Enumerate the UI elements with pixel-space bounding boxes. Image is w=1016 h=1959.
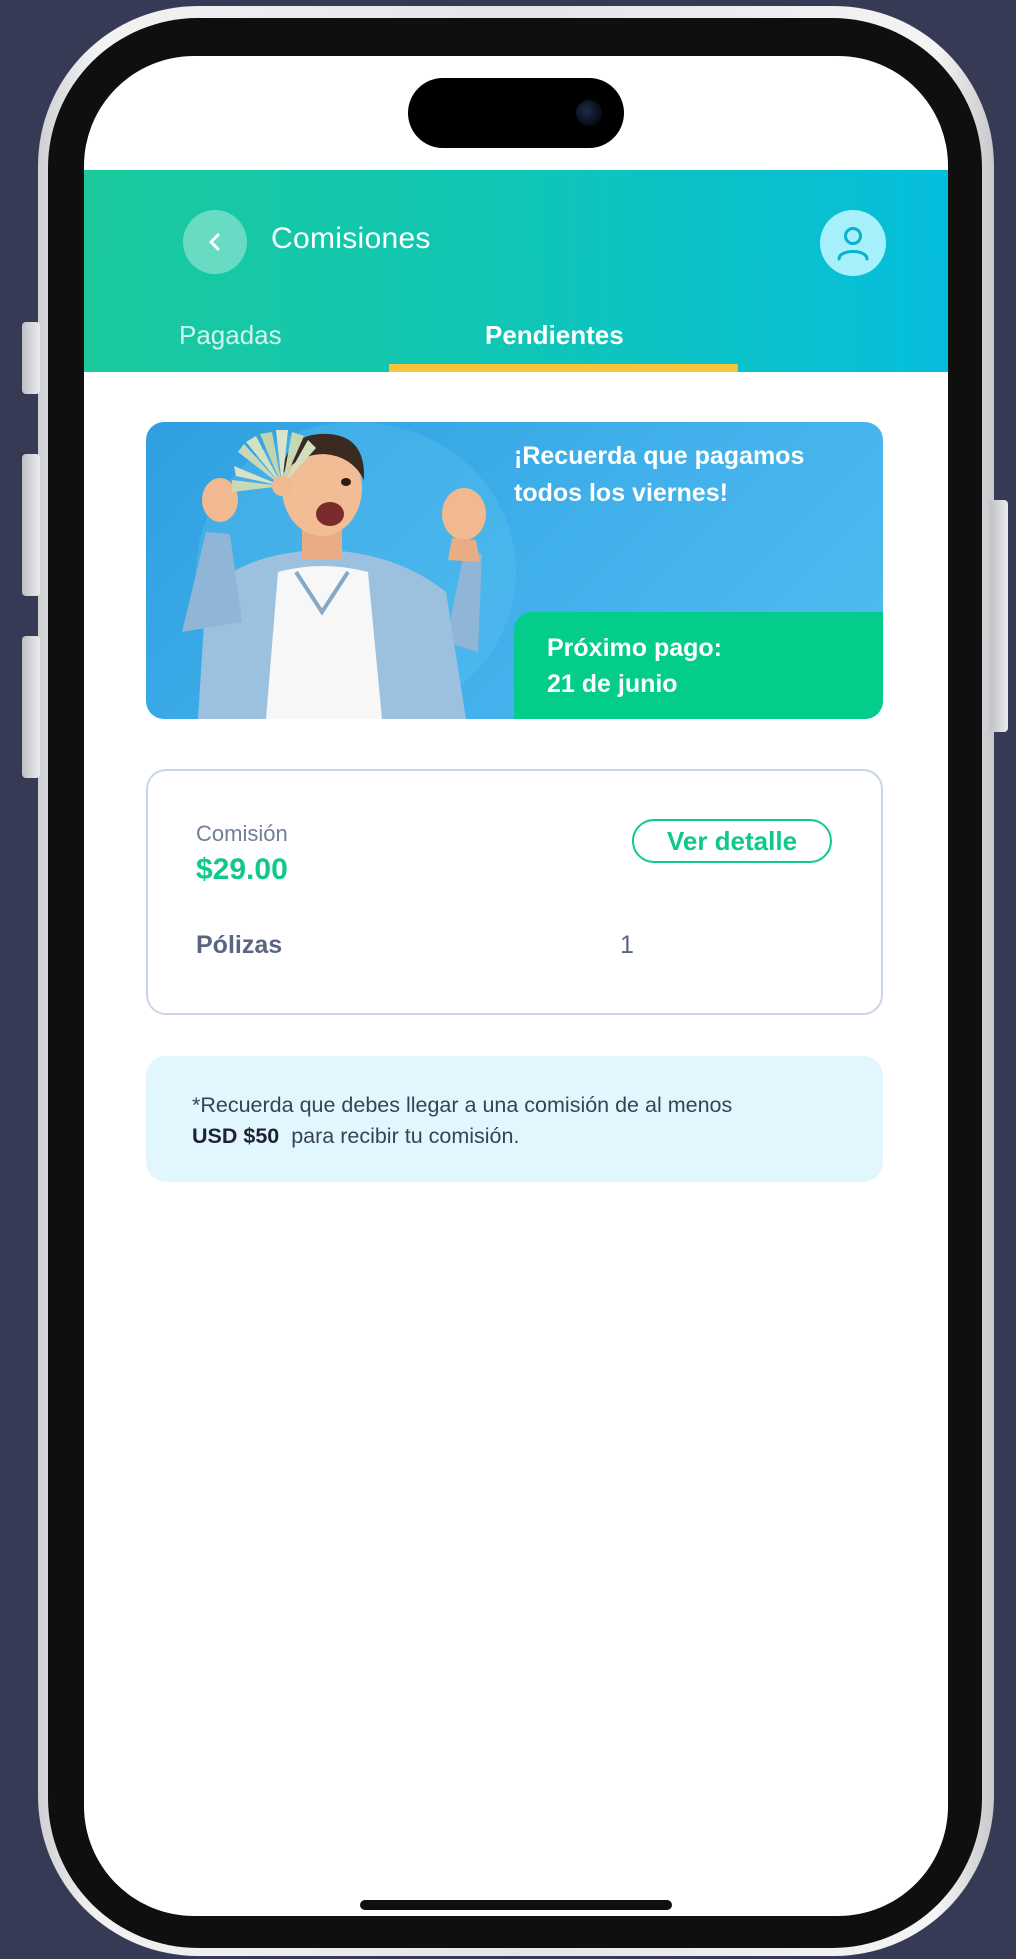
next-payment-panel: Próximo pago: 21 de junio [514,612,883,719]
user-icon [837,227,869,261]
tab-pendientes[interactable]: Pendientes [485,320,624,351]
power-button [990,500,1008,732]
back-button[interactable] [183,210,247,274]
banner-message-line2: todos los viernes! [514,479,728,507]
policies-count: 1 [620,931,634,959]
camera-icon [576,100,602,126]
commission-card: Comisión $29.00 Ver detalle Pólizas 1 [146,769,883,1015]
page-title: Comisiones [271,222,431,255]
app-screen: Comisiones Pagadas Pendientes ¡Recuerda … [84,56,948,1916]
commission-amount: $29.00 [196,853,288,886]
policies-label: Pólizas [196,931,283,959]
note-text: *Recuerda que debes llegar a una comisió… [192,1090,852,1152]
banner-message: ¡Recuerda que pagamos todos los viernes! [514,438,874,512]
next-payment-label: Próximo pago: [547,634,723,662]
next-payment-date: 21 de junio [547,670,678,698]
profile-button[interactable] [820,210,886,276]
view-detail-button[interactable]: Ver detalle [632,819,832,863]
volume-up-button [22,454,40,596]
minimum-commission-note: *Recuerda que debes llegar a una comisió… [146,1056,883,1182]
note-text-after: para recibir tu comisión. [291,1124,520,1148]
banner-message-line1: ¡Recuerda que pagamos [514,442,805,470]
home-indicator[interactable] [360,1900,672,1910]
man-with-money-illustration [182,422,516,719]
app-header: Comisiones Pagadas Pendientes [84,170,948,372]
tab-pagadas[interactable]: Pagadas [179,320,282,351]
note-text-before: *Recuerda que debes llegar a una comisió… [192,1093,733,1117]
volume-down-button [22,636,40,778]
action-button [22,322,40,394]
dynamic-island [408,78,624,148]
chevron-left-icon [209,233,220,251]
note-amount: USD $50 [192,1124,280,1148]
active-tab-indicator [389,364,738,372]
payment-banner: ¡Recuerda que pagamos todos los viernes!… [146,422,883,719]
commission-label: Comisión [196,821,288,846]
